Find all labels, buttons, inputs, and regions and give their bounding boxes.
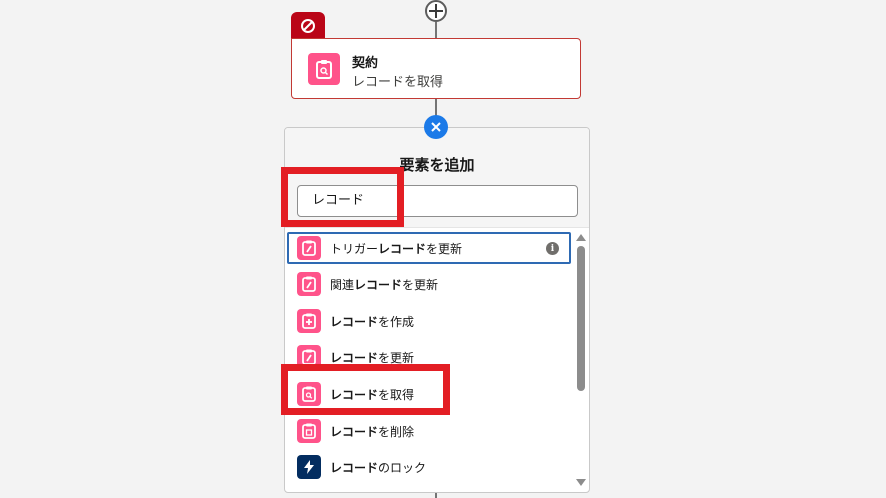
- flash-icon: [297, 455, 321, 479]
- scroll-down-arrow[interactable]: [576, 479, 586, 486]
- list-item-get-records[interactable]: レコードを取得: [287, 378, 571, 410]
- record-update-icon: [297, 345, 321, 369]
- list-item-create-records[interactable]: レコードを作成: [287, 305, 571, 337]
- plus-icon: [429, 4, 443, 18]
- panel-header: 要素を追加 レコード: [285, 128, 589, 228]
- info-icon[interactable]: i: [546, 242, 559, 255]
- scroll-up-arrow[interactable]: [576, 234, 586, 241]
- element-list: トリガーレコードを更新 i 関連レコードを更新 レコードを作成 レコードを更新: [285, 229, 577, 492]
- list-item-label: トリガーレコードを更新: [330, 241, 463, 256]
- list-item-lock-record[interactable]: レコードのロック: [287, 451, 571, 483]
- record-delete-icon: [297, 419, 321, 443]
- list-item-label: レコードを作成: [330, 314, 415, 329]
- fault-path-tab[interactable]: [291, 12, 325, 40]
- list-item-update-records[interactable]: レコードを更新: [287, 341, 571, 373]
- scrollbar-thumb[interactable]: [577, 246, 585, 391]
- list-item-label: レコードを削除: [330, 424, 415, 439]
- panel-title: 要素を追加: [399, 156, 475, 174]
- list-item-label: レコードを更新: [330, 350, 415, 365]
- record-lookup-icon: [297, 382, 321, 406]
- element-type: レコードを取得: [352, 75, 444, 90]
- element-title: 契約: [352, 56, 379, 71]
- list-item-label: レコードを取得: [330, 387, 415, 402]
- list-item-label: 関連レコードを更新: [330, 277, 439, 292]
- list-item-update-triggering-record[interactable]: トリガーレコードを更新 i: [287, 232, 571, 264]
- record-create-icon: [297, 309, 321, 333]
- close-icon: [431, 122, 441, 132]
- search-input[interactable]: レコード: [297, 185, 578, 217]
- list-item-label: レコードのロック: [330, 460, 427, 475]
- connector-bottom: [435, 493, 437, 498]
- record-lookup-icon: [308, 53, 340, 85]
- list-item-update-related-records[interactable]: 関連レコードを更新: [287, 268, 571, 300]
- get-records-element[interactable]: 契約 レコードを取得: [291, 38, 581, 99]
- close-panel-button[interactable]: [424, 115, 448, 139]
- record-update-icon: [297, 236, 321, 260]
- ban-icon: [301, 19, 315, 33]
- list-item-delete-records[interactable]: レコードを削除: [287, 415, 571, 447]
- add-element-button[interactable]: [425, 0, 447, 22]
- add-element-panel: 要素を追加 レコード トリガーレコードを更新 i 関連レコードを更新 レコードを…: [284, 127, 590, 493]
- connector-top: [435, 22, 437, 38]
- record-update-icon: [297, 272, 321, 296]
